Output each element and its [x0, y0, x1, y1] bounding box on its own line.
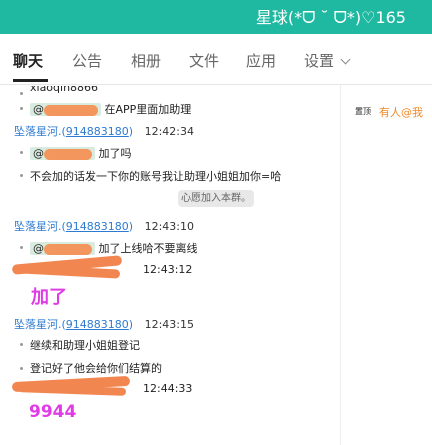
chat-message: @ 加了上线哈不要离线	[30, 240, 198, 256]
mention-at: @	[33, 103, 44, 116]
message-text: 加了上线哈不要离线	[98, 242, 198, 255]
window-title-bar: 星球(*ᗜ ˘ ᗜ*)♡165	[0, 0, 432, 34]
message-bullet	[20, 107, 23, 110]
mention-tag[interactable]: @	[30, 147, 95, 160]
chat-message: 登记好了他会给你们结算的	[30, 362, 162, 375]
message-time: 12:42:34	[144, 125, 194, 138]
chat-message: @ 加了吗	[30, 145, 132, 161]
message-sender[interactable]: 坠落星河.(914883180) 12:43:15	[14, 316, 194, 332]
redacted-name	[44, 104, 98, 116]
sender-qq-link[interactable]: 914883180	[66, 318, 129, 331]
message-time: 12:43:15	[144, 318, 194, 331]
mention-at: @	[33, 147, 44, 160]
message-bullet	[20, 343, 23, 346]
handwritten-annotation: 9944	[29, 402, 77, 422]
active-tab-indicator	[13, 79, 48, 82]
chat-message: 继续和助理小姐姐登记	[30, 339, 140, 352]
sender-paren-close: )	[128, 125, 134, 138]
mention-at: @	[33, 242, 44, 255]
tab-announcement[interactable]: 公告	[72, 50, 102, 71]
message-text: 在APP里面加助理	[104, 103, 192, 116]
pin-label[interactable]: 置顶	[355, 106, 371, 117]
redacted-name	[44, 243, 92, 255]
message-time: 12:43:12	[143, 263, 193, 276]
message-time: 12:44:33	[143, 382, 193, 395]
chevron-down-icon	[340, 54, 351, 65]
message-time: 12:43:10	[144, 220, 194, 233]
message-bullet	[20, 174, 23, 177]
sender-paren-close: )	[128, 220, 134, 233]
window-title: 星球(*ᗜ ˘ ᗜ*)♡165	[255, 8, 406, 27]
tab-files[interactable]: 文件	[189, 50, 219, 71]
chat-message-list[interactable]: xiaoqin8866 @ 在APP里面加助理 坠落星河.(914883180)…	[0, 86, 340, 445]
message-bullet	[20, 151, 23, 154]
tab-album[interactable]: 相册	[131, 50, 161, 71]
sender-name: 坠落星河.	[14, 125, 62, 138]
sender-name: 坠落星河.	[14, 318, 62, 331]
message-bullet	[20, 246, 23, 249]
at-me-link[interactable]: 有人@我	[379, 104, 423, 120]
mention-tag[interactable]: @	[30, 103, 101, 116]
chat-message: 不会加的话发一下你的账号我让助理小姐姐加你=哈	[30, 170, 282, 183]
sender-qq-link[interactable]: 914883180	[66, 220, 129, 233]
system-notice: 心愿加入本群。	[178, 190, 254, 207]
redacted-name	[44, 148, 92, 160]
handwritten-annotation: 加了	[31, 287, 67, 308]
chat-message: @ 在APP里面加助理	[30, 101, 191, 117]
chat-message: xiaoqin8866	[30, 86, 99, 94]
message-sender[interactable]: 坠落星河.(914883180) 12:42:34	[14, 123, 194, 139]
tab-apps[interactable]: 应用	[246, 50, 276, 71]
tab-bar: 聊天 公告 相册 文件 应用 设置	[0, 34, 432, 85]
sender-paren-close: )	[128, 318, 134, 331]
tab-settings-label: 设置	[304, 52, 335, 70]
mention-tag[interactable]: @	[30, 242, 95, 255]
right-side-panel: 置顶 有人@我	[341, 86, 432, 445]
sender-name: 坠落星河.	[14, 220, 62, 233]
message-bullet	[20, 92, 23, 95]
tab-settings[interactable]: 设置	[304, 50, 351, 71]
message-sender[interactable]: 坠落星河.(914883180) 12:43:10	[14, 218, 194, 234]
message-bullet	[20, 367, 23, 370]
message-text: 加了吗	[98, 147, 132, 160]
sender-qq-link[interactable]: 914883180	[66, 125, 129, 138]
tab-chat[interactable]: 聊天	[13, 50, 43, 71]
